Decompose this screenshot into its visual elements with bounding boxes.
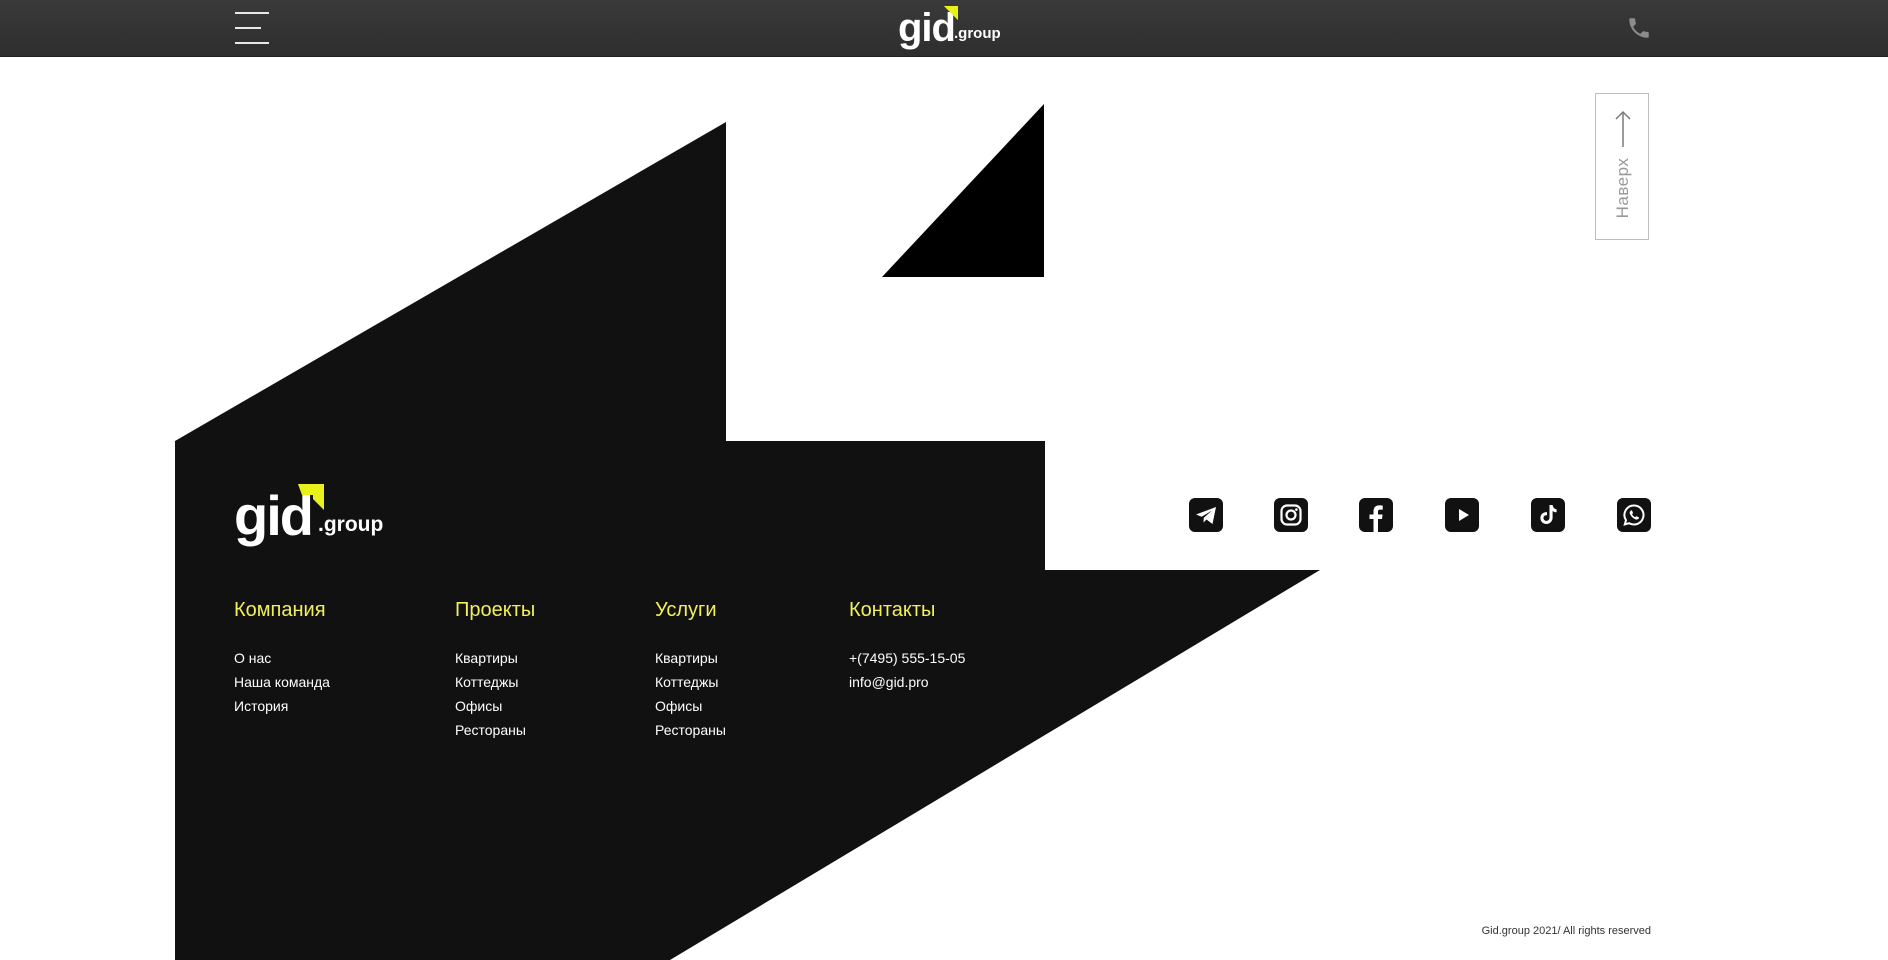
footer-column-services: Услуги Квартиры Коттеджы Офисы Рестораны bbox=[655, 596, 726, 742]
copyright-text: Gid.group 2021/ All rights reserved bbox=[1481, 925, 1651, 937]
hamburger-menu-icon[interactable] bbox=[232, 10, 272, 46]
footer-column-projects: Проекты Квартиры Коттеджы Офисы Ресторан… bbox=[455, 596, 535, 742]
footer-phone-link[interactable]: +(7495) 555-15-05 bbox=[849, 646, 965, 670]
footer-column-title: Услуги bbox=[655, 599, 717, 621]
footer-link-restaurants[interactable]: Рестораны bbox=[455, 718, 535, 742]
footer-email-link[interactable]: info@gid.pro bbox=[849, 670, 965, 694]
telegram-icon[interactable] bbox=[1189, 498, 1223, 532]
header-logo-suffix: .group bbox=[954, 25, 1001, 42]
social-links bbox=[1188, 498, 1652, 534]
scroll-to-top-button[interactable]: Наверх bbox=[1595, 93, 1649, 240]
footer-logo-suffix: .group bbox=[318, 513, 384, 536]
top-navigation-bar: gid .group bbox=[0, 0, 1888, 57]
logo-arrow-mark-icon bbox=[944, 6, 958, 20]
logo-arrow-mark-icon bbox=[298, 484, 324, 510]
footer-link-history[interactable]: История bbox=[234, 694, 330, 718]
footer-link-offices[interactable]: Офисы bbox=[455, 694, 535, 718]
footer-link-about[interactable]: О нас bbox=[234, 646, 330, 670]
footer-column-contacts: Контакты +(7495) 555-15-05 info@gid.pro bbox=[849, 596, 965, 694]
footer-link-offices[interactable]: Офисы bbox=[655, 694, 726, 718]
footer-link-apartments[interactable]: Квартиры bbox=[655, 646, 726, 670]
facebook-icon[interactable] bbox=[1359, 498, 1393, 532]
footer-column-title: Контакты bbox=[849, 599, 936, 621]
footer-link-team[interactable]: Наша команда bbox=[234, 670, 330, 694]
footer-link-apartments[interactable]: Квартиры bbox=[455, 646, 535, 670]
header-logo[interactable]: gid .group bbox=[898, 4, 1004, 52]
phone-icon[interactable] bbox=[1626, 14, 1652, 42]
footer-logo[interactable]: gid .group bbox=[234, 484, 390, 548]
arrow-up-icon bbox=[1615, 110, 1631, 147]
footer-link-cottages[interactable]: Коттеджы bbox=[655, 670, 726, 694]
whatsapp-icon[interactable] bbox=[1617, 498, 1651, 532]
footer-link-restaurants[interactable]: Рестораны bbox=[655, 718, 726, 742]
dark-triangle-shape bbox=[882, 104, 1044, 277]
tiktok-icon[interactable] bbox=[1531, 498, 1565, 532]
footer-column-title: Проекты bbox=[455, 599, 536, 621]
footer-column-title: Компания bbox=[234, 599, 326, 621]
footer-column-company: Компания О нас Наша команда История bbox=[234, 596, 330, 718]
instagram-icon[interactable] bbox=[1274, 498, 1308, 532]
youtube-icon[interactable] bbox=[1445, 498, 1479, 532]
footer-link-cottages[interactable]: Коттеджы bbox=[455, 670, 535, 694]
scroll-to-top-label: Наверх bbox=[1613, 157, 1632, 219]
